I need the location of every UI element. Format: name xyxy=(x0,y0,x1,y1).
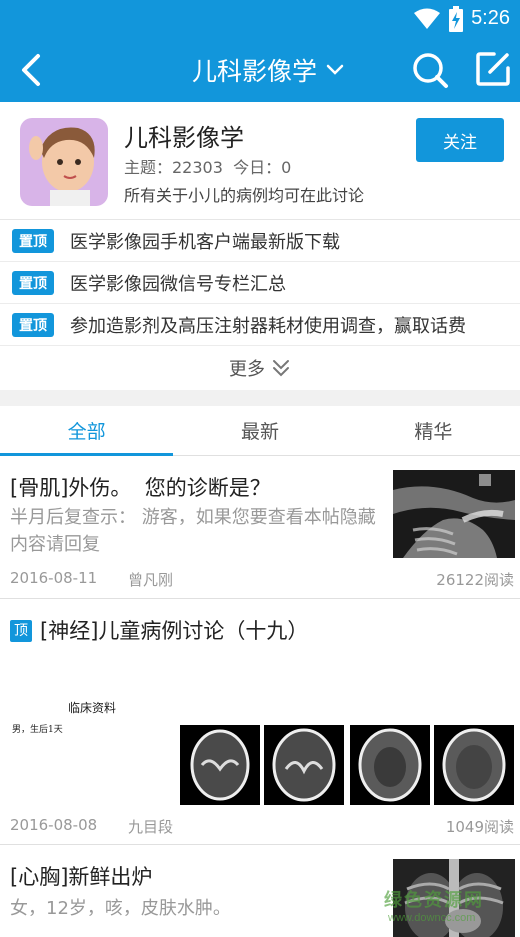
post-excerpt: 女，12岁，咳，皮肤水肿。 xyxy=(10,898,231,919)
post-author[interactable]: 九目段 xyxy=(128,816,173,837)
app-bar-title: 儿科影像学 xyxy=(192,57,318,86)
watermark-url: www.downcc.com xyxy=(388,912,476,924)
search-icon[interactable] xyxy=(410,50,450,90)
forum-stats: 主题：22303 今日：0 xyxy=(124,158,292,177)
forum-name: 儿科影像学 xyxy=(124,124,244,152)
tab-all[interactable]: 全部 xyxy=(0,406,174,456)
forum-switcher[interactable]: 儿科影像学 xyxy=(192,52,345,88)
watermark-title: 绿色资源网 xyxy=(384,890,484,911)
more-button[interactable]: 更多 xyxy=(0,346,520,390)
forum-avatar xyxy=(20,118,108,206)
tab-featured[interactable]: 精华 xyxy=(347,406,520,455)
post-thumbnail xyxy=(393,470,515,558)
chevron-down-icon xyxy=(326,64,344,75)
top-tag-badge: 顶 xyxy=(10,620,32,642)
post-date: 2016-08-08 xyxy=(10,816,98,834)
tab-bar: 全部 最新 精华 xyxy=(0,406,520,456)
section-divider xyxy=(0,390,520,406)
app-bar: 儿科影像学 xyxy=(0,38,520,102)
forum-header: 儿科影像学 主题：22303 今日：0 所有关于小儿的病例均可在此讨论 关注 xyxy=(0,102,520,220)
pinned-badge: 置顶 xyxy=(12,228,54,253)
battery-charging-icon xyxy=(449,6,463,32)
back-icon[interactable] xyxy=(14,50,50,90)
post-title: 顶 [神经]儿童病例讨论（十九） xyxy=(10,615,308,645)
pinned-badge: 置顶 xyxy=(12,270,54,295)
pinned-item-title: 医学影像园手机客户端最新版下载 xyxy=(70,231,340,253)
watermark: 绿色资源网 www.downcc.com xyxy=(384,886,504,930)
forum-description: 所有关于小儿的病例均可在此讨论 xyxy=(124,186,365,205)
image-text: 男，生后1天 xyxy=(12,725,63,735)
post-title-text: [神经]儿童病例讨论（十九） xyxy=(40,619,309,643)
pinned-item[interactable]: 置顶 参加造影剂及高压注射器耗材使用调查，赢取话费 xyxy=(0,304,520,346)
tab-latest[interactable]: 最新 xyxy=(173,406,346,455)
double-chevron-down-icon xyxy=(273,360,289,377)
follow-button[interactable]: 关注 xyxy=(416,118,504,162)
pinned-item-title: 医学影像园微信号专栏汇总 xyxy=(70,273,286,295)
more-label: 更多 xyxy=(229,359,265,380)
edit-icon[interactable] xyxy=(474,50,512,88)
status-bar: 5:26 xyxy=(0,0,520,38)
post-author[interactable]: 曾凡刚 xyxy=(128,569,173,590)
post-title: [骨肌]外伤。 您的诊断是？ xyxy=(10,476,271,500)
pinned-list: 置顶 医学影像园手机客户端最新版下载 置顶 医学影像园微信号专栏汇总 置顶 参加… xyxy=(0,220,520,346)
wifi-icon xyxy=(414,8,440,29)
post-title: [心胸]新鲜出炉 xyxy=(10,865,153,889)
pinned-item-title: 参加造影剂及高压注射器耗材使用调查，赢取话费 xyxy=(70,315,466,337)
pinned-item[interactable]: 置顶 医学影像园手机客户端最新版下载 xyxy=(0,220,520,262)
status-time: 5:26 xyxy=(471,7,510,29)
post-date: 2016-08-11 xyxy=(10,569,98,587)
post-image: 临床资料 男，生后1天 xyxy=(0,691,520,811)
post-views: 26122阅读 xyxy=(436,571,514,589)
pinned-badge: 置顶 xyxy=(12,312,54,337)
pinned-item[interactable]: 置顶 医学影像园微信号专栏汇总 xyxy=(0,262,520,304)
image-caption: 临床资料 xyxy=(68,701,117,715)
post-views: 1049阅读 xyxy=(445,818,514,836)
post-item[interactable]: 顶 [神经]儿童病例讨论（十九） 临床资料 男，生后1天 2016-08-08 九… xyxy=(0,599,520,845)
post-excerpt: 半月后复查示： 游客，如果您要查看本帖隐藏内容请回复 xyxy=(10,507,376,555)
post-item[interactable]: [骨肌]外伤。 您的诊断是？ 半月后复查示： 游客，如果您要查看本帖隐藏内容请回… xyxy=(0,456,520,599)
